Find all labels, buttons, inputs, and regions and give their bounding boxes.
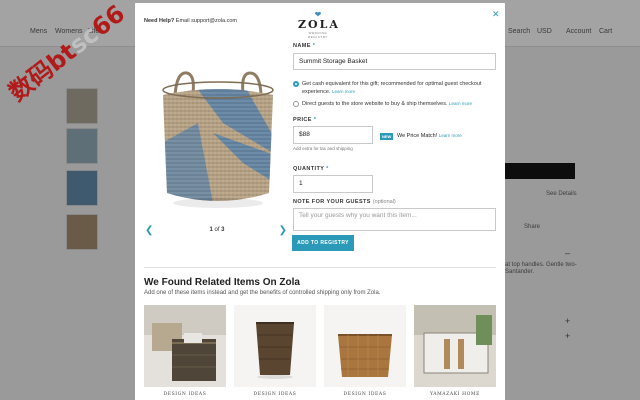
- note-label: NOTE FOR YOUR GUESTS (optional): [293, 199, 396, 205]
- price-match-text: We Price Match! Learn more: [397, 133, 462, 139]
- logo-tagline: WEDDING REGISTRY: [307, 31, 329, 39]
- product-image: [153, 53, 283, 218]
- background-thumbnail[interactable]: [66, 128, 98, 164]
- learn-more-link[interactable]: Learn more: [449, 101, 472, 106]
- radio-cash-equivalent[interactable]: Get cash equivalent for this gift; recom…: [293, 80, 503, 98]
- quantity-input[interactable]: 1: [293, 175, 373, 193]
- quantity-label: QUANTITY *: [293, 166, 329, 172]
- background-share[interactable]: Share: [524, 224, 540, 230]
- related-item-brand: YAMAZAKI HOME: [430, 392, 480, 397]
- carousel-counter: 1 of 3: [209, 227, 225, 233]
- related-title: We Found Related Items On Zola: [144, 277, 300, 288]
- new-badge: NEW: [380, 133, 394, 140]
- related-item[interactable]: YAMAZAKI HOME: [414, 305, 496, 400]
- related-item-brand: DESIGN IDEAS: [163, 392, 207, 397]
- price-label: PRICE *: [293, 117, 317, 123]
- help-text: Need Help? Email support@zola.com: [144, 18, 238, 24]
- radio-unselected-icon[interactable]: [293, 101, 299, 107]
- learn-more-link[interactable]: Learn more: [332, 89, 355, 94]
- add-to-registry-modal: Need Help? Email support@zola.com ❤ ZOLA…: [135, 3, 505, 400]
- divider: [144, 267, 496, 268]
- background-dark-button[interactable]: [497, 163, 575, 179]
- chevron-left-icon[interactable]: ❮: [145, 225, 153, 236]
- radio-direct-guests[interactable]: Direct guests to the store website to bu…: [293, 100, 503, 110]
- nav-cart[interactable]: Cart: [599, 28, 612, 35]
- related-item-image[interactable]: [414, 305, 496, 387]
- related-subtitle: Add one of these items instead and get t…: [144, 290, 381, 296]
- support-email-link[interactable]: Email support@zola.com: [176, 18, 237, 24]
- nav-account[interactable]: Account: [566, 28, 591, 35]
- chevron-right-icon[interactable]: ❯: [279, 225, 287, 236]
- note-textarea[interactable]: Tell your guests why you want this item.…: [293, 208, 496, 231]
- related-item-image[interactable]: [234, 305, 316, 387]
- minus-icon[interactable]: –: [565, 248, 570, 258]
- related-item[interactable]: DESIGN IDEAS: [324, 305, 406, 400]
- related-item-image[interactable]: [144, 305, 226, 387]
- related-item-brand: DESIGN IDEAS: [343, 392, 387, 397]
- related-item-image[interactable]: [324, 305, 406, 387]
- nav-mens[interactable]: Mens: [30, 28, 47, 35]
- name-input[interactable]: Summit Storage Basket: [293, 53, 496, 70]
- nav-search[interactable]: Search: [508, 28, 530, 35]
- background-thumbnail[interactable]: [66, 214, 98, 250]
- background-description: Santander.: [505, 269, 535, 275]
- logo-word: ZOLA: [298, 18, 340, 31]
- nav-currency[interactable]: USD: [537, 28, 552, 35]
- related-item[interactable]: DESIGN IDEAS: [234, 305, 316, 400]
- background-description: at top handles. Gentle two-: [505, 262, 577, 268]
- background-thumbnail[interactable]: [66, 88, 98, 124]
- plus-icon[interactable]: +: [565, 331, 570, 341]
- learn-more-link[interactable]: Learn more: [439, 133, 462, 138]
- close-icon[interactable]: ✕: [492, 9, 500, 20]
- related-item[interactable]: DESIGN IDEAS: [144, 305, 226, 400]
- price-helper-text: Add extra for tax and shipping: [293, 146, 353, 151]
- related-item-brand: DESIGN IDEAS: [253, 392, 297, 397]
- add-to-registry-button[interactable]: ADD TO REGISTRY: [292, 235, 354, 251]
- price-input[interactable]: $88: [293, 126, 373, 144]
- name-label: NAME *: [293, 43, 316, 49]
- background-see-details[interactable]: See Details: [546, 191, 577, 197]
- background-thumbnail[interactable]: [66, 170, 98, 206]
- radio-selected-icon[interactable]: [293, 81, 299, 87]
- zola-logo: ❤ ZOLA WEDDING REGISTRY: [298, 11, 340, 40]
- image-carousel: ❮ 1 of 3 ❯: [145, 225, 287, 237]
- plus-icon[interactable]: +: [565, 316, 570, 326]
